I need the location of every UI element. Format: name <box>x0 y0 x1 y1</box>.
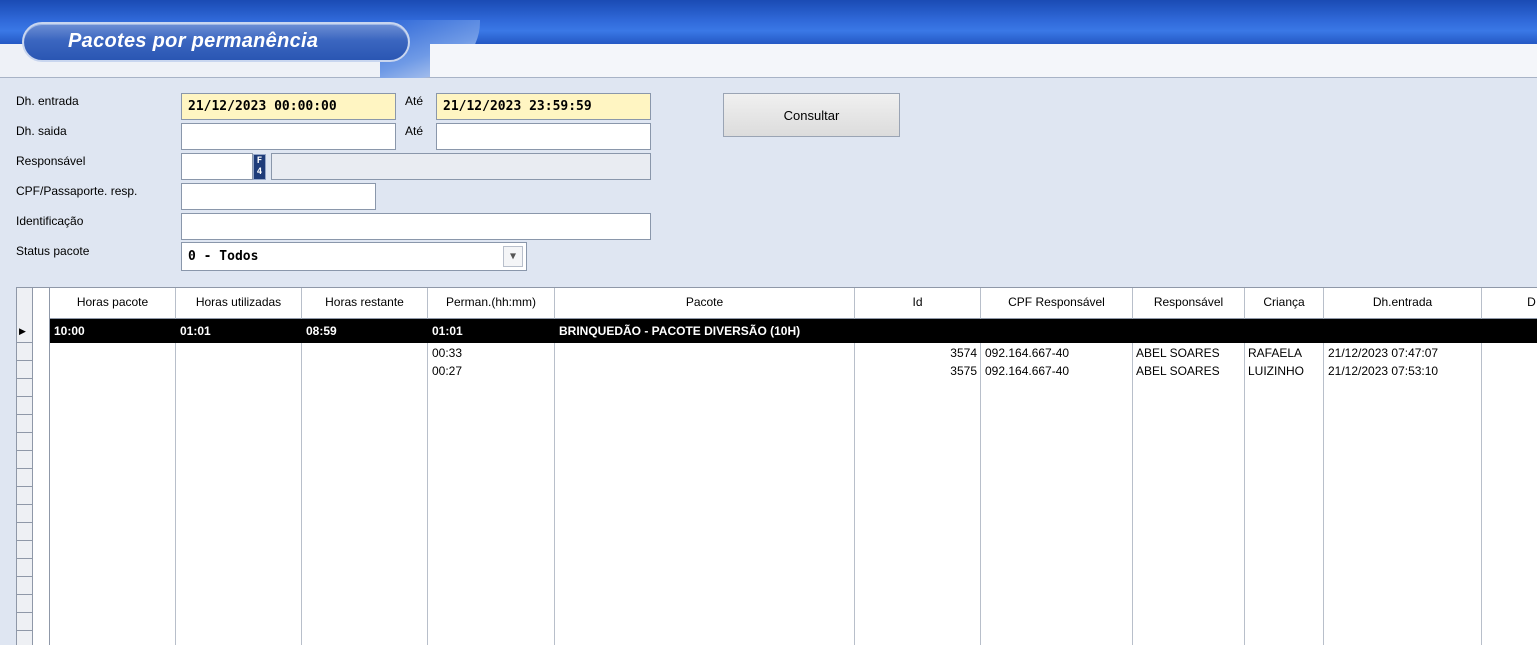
cell-perman: 00:27 <box>432 364 463 378</box>
col-header-responsavel[interactable]: Responsável <box>1133 288 1245 319</box>
row-indicator <box>17 415 33 433</box>
col-header-crianca[interactable]: Criança <box>1245 288 1324 319</box>
dh-entrada-to-field[interactable]: 21/12/2023 23:59:59 <box>436 93 651 120</box>
column-body <box>176 319 302 645</box>
row-indicator[interactable] <box>17 343 33 361</box>
cell-dh-entrada: 21/12/2023 07:47:07 <box>1328 346 1439 360</box>
header: Pacotes por permanência <box>0 0 1537 78</box>
cell-pacote: BRINQUEDÃO - PACOTE DIVERSÃO (10H) <box>559 324 801 338</box>
status-label: Status pacote <box>16 244 90 258</box>
col-header-id[interactable]: Id <box>855 288 981 319</box>
dh-saida-from-field[interactable] <box>181 123 396 150</box>
row-indicator <box>17 577 33 595</box>
responsavel-code-field[interactable] <box>181 153 253 180</box>
header-sweep <box>430 44 1537 77</box>
chevron-down-icon[interactable]: ▼ <box>503 246 523 267</box>
expand-column <box>33 288 50 645</box>
row-pointer-icon: ▶ <box>19 326 26 336</box>
cell-id: 3575 <box>950 364 977 378</box>
cpf-label: CPF/Passaporte. resp. <box>16 184 138 198</box>
consultar-button[interactable]: Consultar <box>723 93 900 137</box>
dh-entrada-ate-label: Até <box>405 94 424 108</box>
cell-dh-entrada: 21/12/2023 07:53:10 <box>1328 364 1439 378</box>
cell-responsavel: ABEL SOARES <box>1136 346 1220 360</box>
title-pill: Pacotes por permanência <box>22 22 410 62</box>
row-indicator <box>17 451 33 469</box>
dh-saida-label: Dh. saida <box>16 124 67 138</box>
collapse-icon[interactable]: - <box>36 322 40 337</box>
row-indicator <box>17 469 33 487</box>
responsavel-name-field <box>271 153 651 180</box>
cell-horas-utilizadas: 01:01 <box>180 324 211 338</box>
page-title: Pacotes por permanência <box>68 30 319 52</box>
dh-saida-to-field[interactable] <box>436 123 651 150</box>
row-indicator <box>17 595 33 613</box>
identificacao-label: Identificação <box>16 214 84 228</box>
column-body <box>555 319 855 645</box>
col-header-cpf-responsavel[interactable]: CPF Responsável <box>981 288 1133 319</box>
cell-cpf: 092.164.667-40 <box>985 364 1070 378</box>
cell-crianca: LUIZINHO <box>1248 364 1305 378</box>
col-header-pacote[interactable]: Pacote <box>555 288 855 319</box>
row-indicator <box>17 433 33 451</box>
cell-perman: 01:01 <box>432 324 463 338</box>
cell-horas-pacote: 10:00 <box>54 324 85 338</box>
cpf-field[interactable] <box>181 183 376 210</box>
cell-responsavel: ABEL SOARES <box>1136 364 1220 378</box>
identificacao-field[interactable] <box>181 213 651 240</box>
row-indicator <box>17 541 33 559</box>
results-grid[interactable]: Horas pacote Horas utilizadas Horas rest… <box>16 287 1537 645</box>
row-indicator <box>17 631 33 645</box>
col-header-dh-entrada[interactable]: Dh.entrada <box>1324 288 1482 319</box>
col-header-horas-utilizadas[interactable]: Horas utilizadas <box>176 288 302 319</box>
row-indicator <box>17 397 33 415</box>
row-indicator <box>17 523 33 541</box>
f4-key-label: F4 <box>256 156 263 177</box>
col-header-dh-saida[interactable]: D <box>1482 288 1537 319</box>
status-select[interactable]: 0 - Todos ▼ <box>181 242 527 271</box>
dh-entrada-from-field[interactable]: 21/12/2023 00:00:00 <box>181 93 396 120</box>
row-indicator <box>17 559 33 577</box>
dh-saida-ate-label: Até <box>405 124 424 138</box>
row-indicator <box>17 505 33 523</box>
cell-cpf: 092.164.667-40 <box>985 346 1070 360</box>
col-header-horas-restante[interactable]: Horas restante <box>302 288 428 319</box>
dh-entrada-label: Dh. entrada <box>16 94 79 108</box>
column-body <box>50 319 176 645</box>
row-indicator[interactable] <box>17 361 33 379</box>
cell-horas-restante: 08:59 <box>306 324 337 338</box>
cell-crianca: RAFAELA <box>1248 346 1303 360</box>
cell-id: 3574 <box>950 346 977 360</box>
row-indicator <box>17 487 33 505</box>
col-header-dh-saida-text: D <box>1527 295 1536 309</box>
row-indicator-column <box>17 288 33 645</box>
cell-perman: 00:33 <box>432 346 463 360</box>
row-indicator <box>17 613 33 631</box>
column-body <box>302 319 428 645</box>
row-indicator[interactable] <box>17 379 33 397</box>
status-select-value: 0 - Todos <box>188 249 259 264</box>
col-header-horas-pacote[interactable]: Horas pacote <box>50 288 176 319</box>
responsavel-lookup-button[interactable]: F4 <box>253 154 266 180</box>
responsavel-label: Responsável <box>16 154 86 168</box>
col-header-perman[interactable]: Perman.(hh:mm) <box>428 288 555 319</box>
